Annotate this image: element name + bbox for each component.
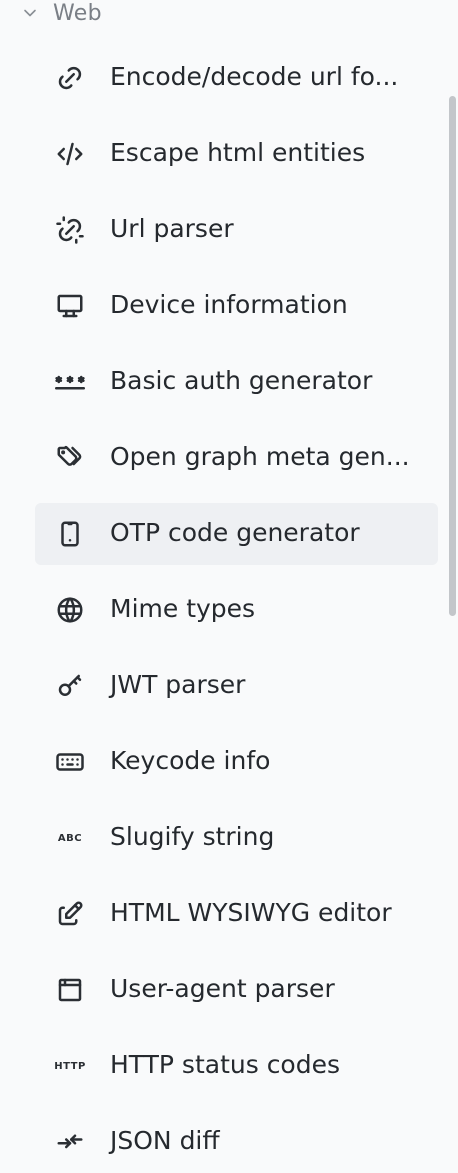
edit-icon xyxy=(52,899,88,929)
sidebar-item-label: HTTP status codes xyxy=(110,1050,341,1079)
device-mobile-icon xyxy=(52,519,88,549)
sidebar-item-device-information[interactable]: Device information xyxy=(35,275,438,337)
sidebar-item-label: Encode/decode url fo... xyxy=(110,62,399,91)
sidebar-item-json-diff[interactable]: JSON diff xyxy=(35,1111,438,1173)
sidebar-item-label: Device information xyxy=(110,290,348,319)
sidebar-item-slugify-string[interactable]: ABC Slugify string xyxy=(35,807,438,869)
sidebar-item-label: OTP code generator xyxy=(110,518,360,547)
sidebar-item-label: Mime types xyxy=(110,594,256,623)
key-icon xyxy=(52,671,88,701)
unlink-icon xyxy=(52,215,88,245)
password-icon xyxy=(52,367,88,397)
sidebar-item-otp-code-generator[interactable]: OTP code generator xyxy=(35,503,438,565)
sidebar-item-label: Keycode info xyxy=(110,746,271,775)
sidebar-item-encode-decode-url[interactable]: Encode/decode url fo... xyxy=(35,47,438,109)
sidebar-item-user-agent-parser[interactable]: User-agent parser xyxy=(35,959,438,1021)
sidebar-item-label: Escape html entities xyxy=(110,138,366,167)
sidebar-item-label: Open graph meta gen... xyxy=(110,442,410,471)
sidebar-item-jwt-parser[interactable]: JWT parser xyxy=(35,655,438,717)
group-header-web[interactable]: Web xyxy=(0,0,440,30)
code-icon xyxy=(52,139,88,169)
sidebar-item-mime-types[interactable]: Mime types xyxy=(35,579,438,641)
group-title: Web xyxy=(53,1,102,26)
monitor-icon xyxy=(52,291,88,321)
tags-icon xyxy=(52,443,88,473)
sidebar-item-label: JWT parser xyxy=(110,670,246,699)
sidebar-nav: Web Encode/decode url fo... Escape html … xyxy=(0,0,458,1156)
sidebar-item-label: User-agent parser xyxy=(110,974,335,1003)
sidebar-item-keycode-info[interactable]: Keycode info xyxy=(35,731,438,793)
sidebar-item-html-wysiwyg-editor[interactable]: HTML WYSIWYG editor xyxy=(35,883,438,945)
http-icon: HTTP xyxy=(54,1060,86,1072)
sidebar-item-label: HTML WYSIWYG editor xyxy=(110,898,392,927)
scrollbar-thumb[interactable] xyxy=(449,96,456,616)
sidebar-item-label: Slugify string xyxy=(110,822,275,851)
sidebar-item-label: Basic auth generator xyxy=(110,366,373,395)
arrows-compare-icon xyxy=(52,1127,88,1157)
sidebar-item-label: Url parser xyxy=(110,214,234,243)
sidebar-item-open-graph-meta[interactable]: Open graph meta gen... xyxy=(35,427,438,489)
sidebar-item-escape-html[interactable]: Escape html entities xyxy=(35,123,438,185)
abc-icon: ABC xyxy=(57,832,83,844)
browser-icon xyxy=(52,975,88,1005)
keyboard-icon xyxy=(52,747,88,777)
chevron-down-icon xyxy=(24,9,36,17)
world-icon xyxy=(52,595,88,625)
sidebar-item-label: JSON diff xyxy=(110,1126,220,1155)
sidebar-item-http-status-codes[interactable]: HTTP HTTP status codes xyxy=(35,1035,438,1097)
link-icon xyxy=(52,63,88,93)
sidebar-item-basic-auth-generator[interactable]: Basic auth generator xyxy=(35,351,438,413)
sidebar-item-url-parser[interactable]: Url parser xyxy=(35,199,438,261)
